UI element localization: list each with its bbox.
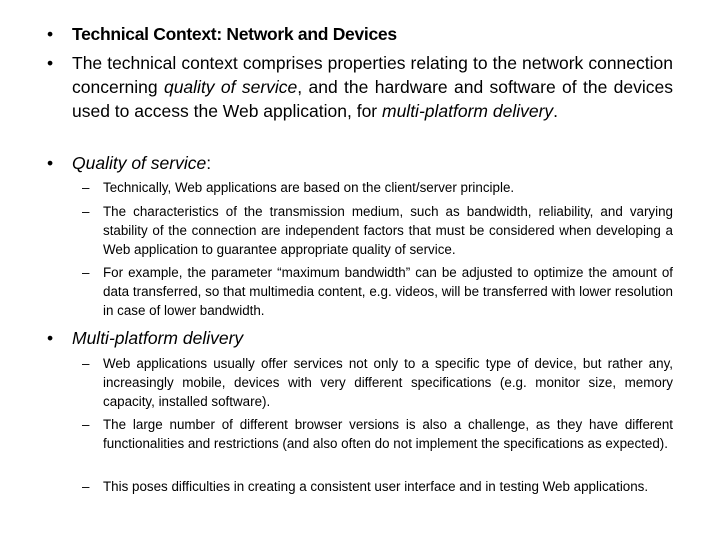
emphasis-multi-platform-delivery: multi-platform delivery — [382, 101, 554, 121]
bullet-item-multi-platform-delivery: • Multi-platform delivery — [47, 326, 673, 350]
sub-item: – Web applications usually offer service… — [82, 354, 673, 412]
sub-item: – The large number of different browser … — [82, 415, 673, 453]
description-paragraph: The technical context comprises properti… — [72, 51, 673, 123]
sub-item-text: The large number of different browser ve… — [103, 417, 673, 452]
subsection-heading: Quality of service: — [72, 151, 673, 175]
bullet-icon: • — [47, 328, 54, 348]
sub-item-text: The characteristics of the transmission … — [103, 204, 673, 258]
bullet-icon: • — [47, 24, 54, 44]
dash-icon: – — [82, 265, 90, 280]
section-title: Technical Context: Network and Devices — [72, 24, 397, 44]
dash-icon: – — [82, 180, 90, 195]
sub-item-text: Technically, Web applications are based … — [103, 180, 515, 195]
dash-icon: – — [82, 356, 90, 371]
heading-text: Quality of service — [72, 153, 207, 173]
bullet-icon: • — [47, 153, 54, 173]
subsection-heading: Multi-platform delivery — [72, 328, 244, 348]
bullet-icon: • — [47, 53, 54, 73]
dash-icon: – — [82, 479, 90, 494]
sub-item: – For example, the parameter “maximum ba… — [82, 263, 673, 321]
sub-item-text: For example, the parameter “maximum band… — [103, 265, 673, 319]
text-run: . — [553, 101, 559, 121]
sub-item-text: Web applications usually offer services … — [103, 356, 673, 410]
dash-icon: – — [82, 204, 90, 219]
bullet-item-description: • The technical context comprises proper… — [47, 51, 673, 123]
sub-item: – The characteristics of the transmissio… — [82, 202, 673, 260]
bullet-item-technical-context: • Technical Context: Network and Devices — [47, 22, 673, 46]
dash-icon: – — [82, 417, 90, 432]
sub-item-text: This poses difficulties in creating a co… — [103, 479, 649, 494]
bullet-item-quality-of-service: • Quality of service: — [47, 151, 673, 175]
sub-item: – This poses difficulties in creating a … — [82, 477, 673, 496]
heading-suffix: : — [206, 153, 212, 173]
emphasis-quality-of-service: quality of service — [163, 77, 298, 97]
sub-item: – Technically, Web applications are base… — [82, 178, 673, 197]
